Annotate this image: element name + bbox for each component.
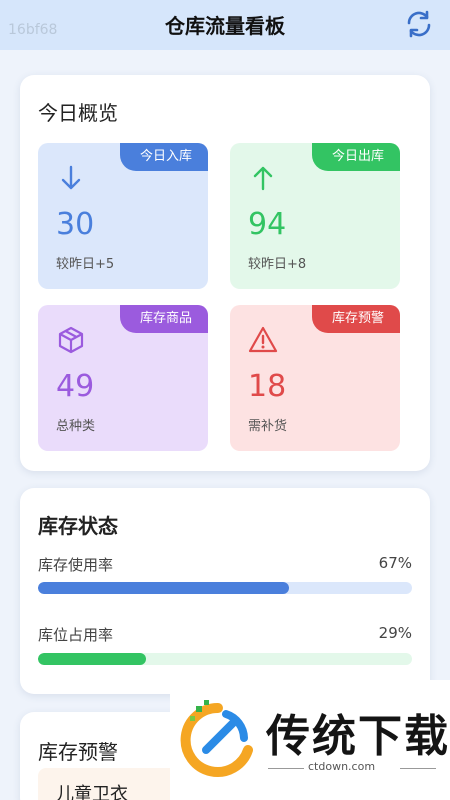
- inventory-status-title: 库存状态: [38, 514, 118, 538]
- storage-usage-value: 67%: [378, 554, 412, 572]
- tile-value: 30: [56, 207, 95, 242]
- arrow-up-icon: [253, 166, 273, 191]
- tile-sub: 总种类: [56, 419, 96, 434]
- warning-list-item[interactable]: 儿童卫衣: [38, 768, 178, 800]
- warning-icon: [248, 326, 278, 353]
- tile-badge: 今日入库: [119, 143, 208, 171]
- tile-sub: 需补货: [248, 419, 288, 434]
- storage-usage-label: 库存使用率: [38, 556, 114, 574]
- arrow-down-icon: [61, 165, 81, 190]
- overview-card: 今日概览 今日入库 30 较昨日+5 今日出库 94 较昨日+8 库存商品 49…: [20, 75, 430, 471]
- tile-sub: 较昨日+8: [248, 257, 307, 272]
- tile-inbound[interactable]: 今日入库 30 较昨日+5: [38, 143, 208, 289]
- box-icon: [58, 326, 84, 354]
- divider-left: [268, 768, 304, 769]
- tile-badge: 今日出库: [311, 143, 400, 171]
- storage-usage-track: [38, 582, 412, 594]
- brand-logo-overlay: 传统下载 ctdown.com: [170, 680, 450, 800]
- app-header: 16bf68 仓库流量看板: [0, 0, 450, 50]
- storage-usage-fill: [38, 582, 289, 594]
- tile-value: 18: [248, 369, 287, 404]
- page-title: 仓库流量看板: [165, 14, 285, 38]
- refresh-icon[interactable]: [404, 9, 434, 39]
- inventory-status-card: 库存状态 库存使用率 67% 库位占用率 29%: [20, 488, 430, 694]
- slot-usage-label: 库位占用率: [38, 626, 114, 644]
- tile-outbound[interactable]: 今日出库 94 较昨日+8: [230, 143, 400, 289]
- tile-badge: 库存预警: [311, 305, 400, 333]
- tile-sub: 较昨日+5: [56, 257, 115, 272]
- brand-url: ctdown.com: [308, 760, 376, 773]
- divider-right: [400, 768, 436, 769]
- slot-usage-fill: [38, 653, 147, 665]
- tile-badge: 库存商品: [119, 305, 208, 333]
- tile-stock-warning[interactable]: 库存预警 18 需补货: [230, 305, 400, 451]
- overview-title: 今日概览: [38, 101, 118, 125]
- brand-name: 传统下载: [266, 711, 450, 762]
- stock-warning-title: 库存预警: [38, 740, 118, 764]
- slot-usage-value: 29%: [378, 624, 412, 642]
- tile-stock-items[interactable]: 库存商品 49 总种类: [38, 305, 208, 451]
- brand-logo-icon: [180, 700, 253, 777]
- tile-value: 49: [56, 369, 95, 404]
- tile-value: 94: [248, 207, 287, 242]
- slot-usage-track: [38, 653, 412, 665]
